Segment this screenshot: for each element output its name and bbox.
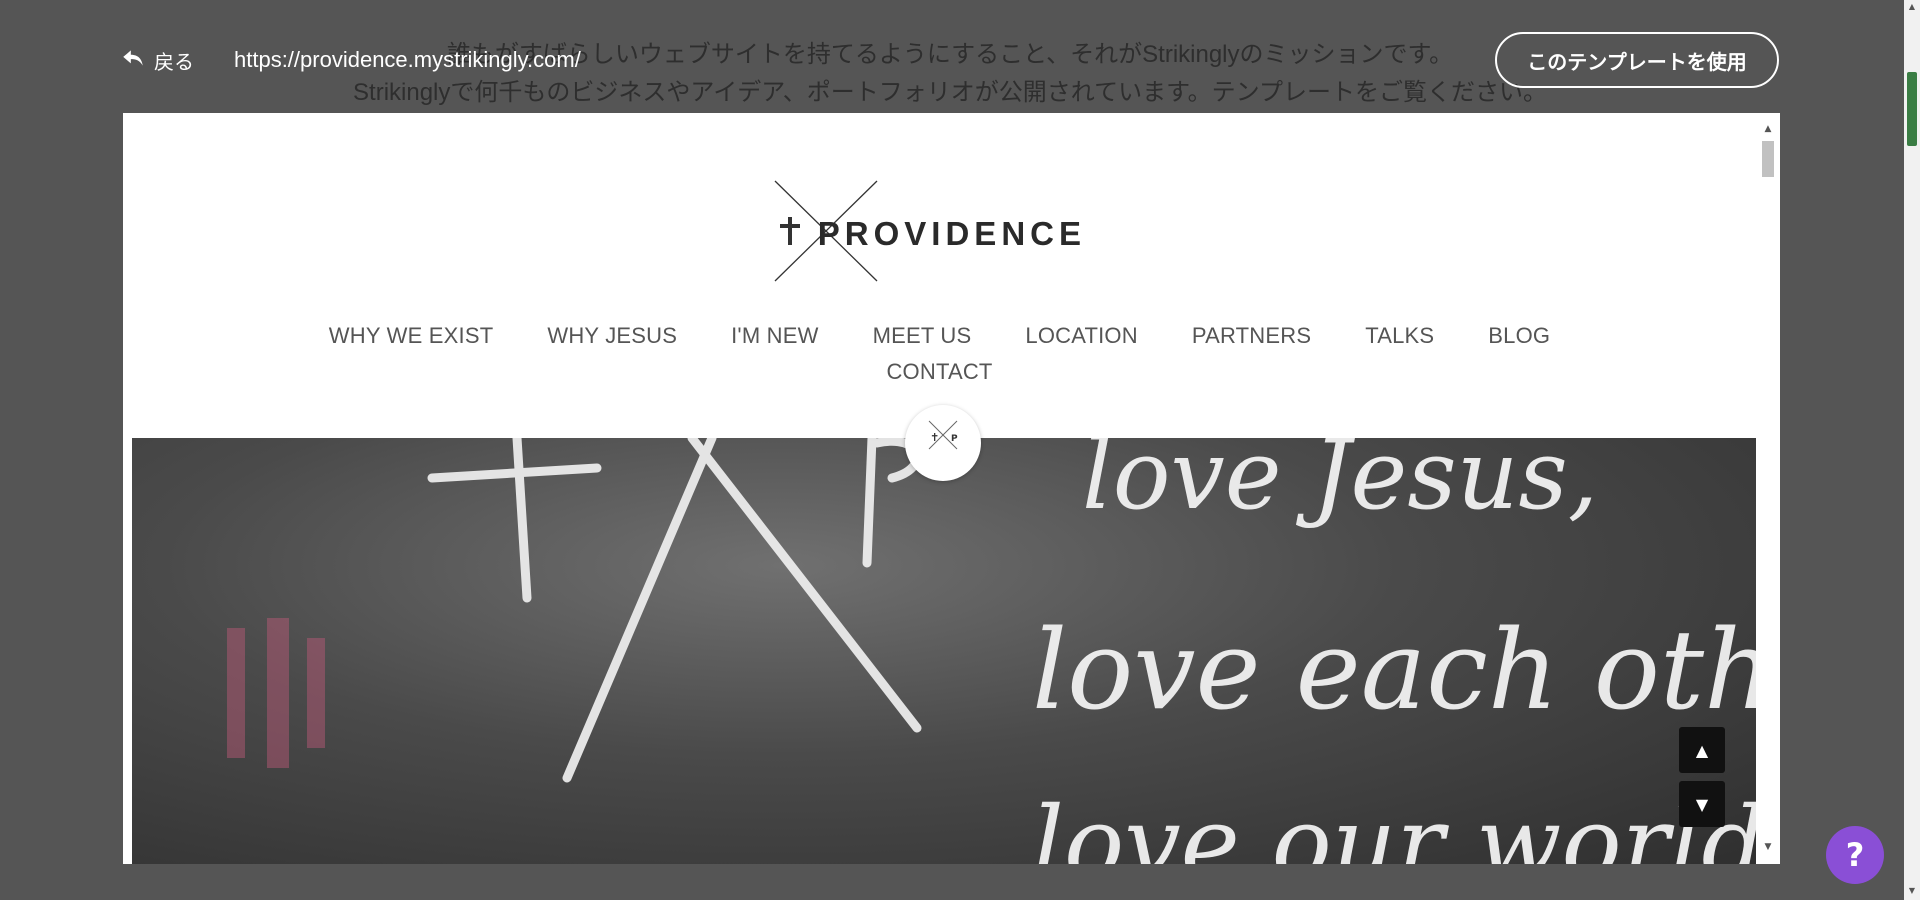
logo-badge: ✝ P xyxy=(905,405,981,481)
triangle-up-icon: ▲ xyxy=(1695,740,1709,760)
badge-p-glyph: P xyxy=(951,434,958,444)
back-button[interactable]: 戻る xyxy=(120,44,194,76)
chalk-text-3: love our world xyxy=(1032,785,1756,864)
providence-logo[interactable]: PROVIDENCE xyxy=(773,179,1123,283)
nav-why-jesus[interactable]: WHY JESUS xyxy=(520,318,704,354)
site-navigation: WHY WE EXIST WHY JESUS I'M NEW MEET US L… xyxy=(123,318,1756,390)
nav-location[interactable]: LOCATION xyxy=(998,318,1164,354)
template-preview-frame: PROVIDENCE WHY WE EXIST WHY JESUS I'M NE… xyxy=(123,113,1780,864)
chalk-text-2: love each other, xyxy=(1032,606,1756,734)
reply-arrow-icon xyxy=(120,45,154,76)
page-scroll-down-icon[interactable]: ▼ xyxy=(1907,886,1917,895)
nav-why-we-exist[interactable]: WHY WE EXIST xyxy=(302,318,521,354)
nav-meet-us[interactable]: MEET US xyxy=(846,318,999,354)
nav-im-new[interactable]: I'M NEW xyxy=(704,318,845,354)
preview-url: https://providence.mystrikingly.com/ xyxy=(234,47,581,72)
preview-scrollbar[interactable]: ▲ ▼ xyxy=(1756,113,1780,864)
triangle-down-icon: ▼ xyxy=(1695,794,1709,814)
page-scrollbar-thumb[interactable] xyxy=(1907,72,1917,146)
back-label: 戻る xyxy=(154,49,194,74)
scroll-down-button[interactable]: ▼ xyxy=(1679,781,1725,827)
nav-talks[interactable]: TALKS xyxy=(1338,318,1461,354)
page-scrollbar[interactable]: ▲ ▼ xyxy=(1904,0,1920,900)
nav-blog[interactable]: BLOG xyxy=(1461,318,1577,354)
preview-scrollbar-thumb[interactable] xyxy=(1762,141,1774,177)
page-scroll-up-icon[interactable]: ▲ xyxy=(1907,2,1917,11)
chalk-text-1: love Jesus, xyxy=(1082,438,1598,531)
help-button[interactable]: ? xyxy=(1826,826,1884,884)
scrollbar-down-arrow-icon[interactable]: ▼ xyxy=(1762,841,1774,853)
scroll-up-button[interactable]: ▲ xyxy=(1679,727,1725,773)
hero-chalkboard-image: love Jesus, love each other, love our wo… xyxy=(132,438,1756,864)
scrollbar-up-arrow-icon[interactable]: ▲ xyxy=(1762,123,1774,135)
nav-partners[interactable]: PARTNERS xyxy=(1165,318,1338,354)
nav-contact[interactable]: CONTACT xyxy=(859,354,1019,390)
logo-text: PROVIDENCE xyxy=(818,215,1086,252)
badge-cross-glyph: ✝ xyxy=(930,431,939,444)
use-template-button[interactable]: このテンプレートを使用 xyxy=(1495,32,1779,88)
